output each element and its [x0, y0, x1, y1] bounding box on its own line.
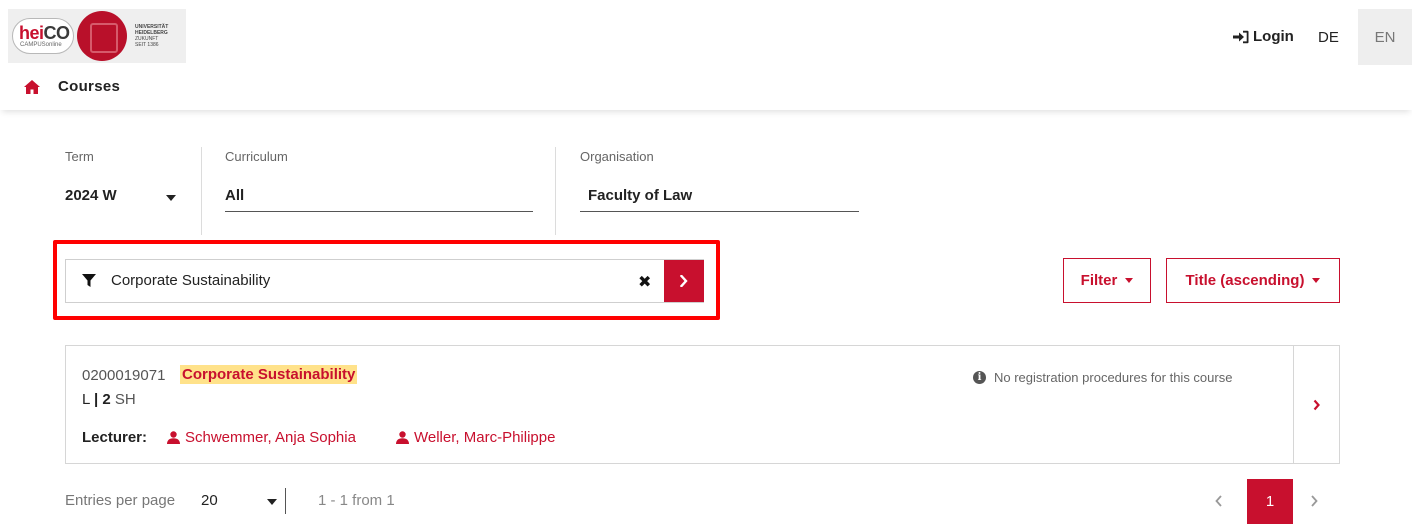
university-wordmark: UNIVERSITÄT HEIDELBERG ZUKUNFT SEIT 1386: [135, 24, 168, 48]
filter-button[interactable]: Filter: [1063, 258, 1151, 303]
chevron-down-icon[interactable]: [267, 499, 277, 505]
heico-logo-sub: CAMPUSonline: [20, 42, 62, 48]
filter-button-label: Filter: [1080, 272, 1118, 289]
registration-note-text: No registration procedures for this cour…: [994, 370, 1233, 385]
chevron-down-icon: [1312, 278, 1321, 283]
previous-page-button[interactable]: [1214, 494, 1224, 508]
user-icon: [396, 431, 409, 444]
lecturer-name: Schwemmer, Anja Sophia: [185, 429, 356, 446]
lecturer-link[interactable]: Weller, Marc-Philippe: [396, 429, 555, 446]
course-title-link[interactable]: Corporate Sustainability: [180, 365, 358, 384]
language-de-button[interactable]: DE: [1318, 29, 1339, 46]
filter-icon: [82, 274, 96, 287]
organisation-input[interactable]: Faculty of Law: [588, 187, 692, 204]
curriculum-input[interactable]: All: [225, 187, 244, 204]
term-select-value[interactable]: 2024 W: [65, 187, 117, 204]
uni-line-4: SEIT 1386: [135, 42, 159, 48]
entries-per-page-select[interactable]: 20: [201, 492, 218, 509]
course-hours: 2: [102, 391, 111, 408]
search-submit-button[interactable]: [664, 260, 704, 302]
organisation-underline: [580, 211, 859, 212]
heico-logo-text: hei: [19, 23, 44, 43]
sort-button[interactable]: Title (ascending): [1166, 258, 1340, 303]
result-range: 1 - 1 from 1: [318, 492, 395, 509]
heico-logo[interactable]: heiCO CAMPUSonline UNIVERSITÄT HEIDELBER…: [8, 9, 186, 63]
info-icon: i: [973, 371, 986, 384]
term-label: Term: [65, 149, 94, 164]
entries-per-page-label: Entries per page: [65, 492, 176, 509]
lecturer-label: Lecturer:: [82, 429, 148, 446]
search-input[interactable]: Corporate Sustainability ✖: [65, 259, 704, 303]
top-header: heiCO CAMPUSonline UNIVERSITÄT HEIDELBER…: [0, 0, 1412, 110]
course-type-hours: L | 2 SH: [82, 391, 136, 408]
search-input-value[interactable]: Corporate Sustainability: [111, 272, 270, 289]
course-hours-unit: SH: [114, 391, 136, 408]
lecturer-name: Weller, Marc-Philippe: [414, 429, 556, 446]
course-open-button[interactable]: [1293, 346, 1339, 463]
login-label: Login: [1253, 28, 1294, 45]
sign-in-icon: [1233, 30, 1249, 43]
chevron-down-icon[interactable]: [166, 195, 176, 201]
heico-logo-badge: heiCO CAMPUSonline: [12, 18, 74, 54]
user-icon: [167, 431, 180, 444]
login-button[interactable]: Login: [1233, 28, 1294, 45]
university-seal-icon: [77, 11, 127, 61]
filter-divider: [201, 147, 202, 235]
page-title: Courses: [58, 78, 121, 95]
registration-note: i No registration procedures for this co…: [973, 370, 1232, 385]
course-code: 0200019071: [82, 367, 166, 384]
course-card[interactable]: 0200019071 Corporate Sustainability L | …: [65, 345, 1340, 464]
curriculum-label: Curriculum: [225, 149, 288, 164]
footer-divider: [285, 488, 286, 514]
sort-button-label: Title (ascending): [1185, 272, 1305, 289]
next-page-button[interactable]: [1309, 494, 1319, 508]
home-icon[interactable]: [24, 80, 40, 94]
clear-icon[interactable]: ✖: [638, 272, 651, 292]
current-page-button[interactable]: 1: [1247, 479, 1293, 524]
organisation-label: Organisation: [580, 149, 654, 164]
chevron-right-icon: [1313, 399, 1320, 410]
course-type: L: [82, 391, 90, 408]
heico-logo-co: CO: [43, 23, 71, 43]
chevron-down-icon: [1125, 278, 1134, 283]
filter-divider: [555, 147, 556, 235]
lecturer-link[interactable]: Schwemmer, Anja Sophia: [167, 429, 356, 446]
curriculum-underline: [225, 211, 533, 212]
chevron-right-icon: [680, 275, 688, 287]
language-en-button[interactable]: EN: [1358, 9, 1412, 65]
